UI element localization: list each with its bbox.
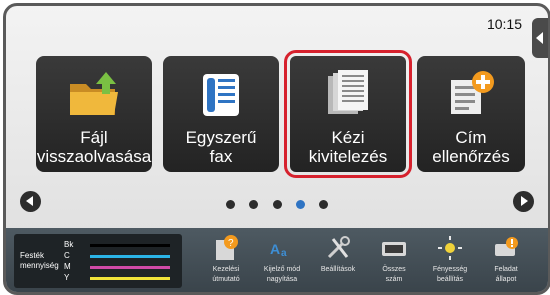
manual-book-icon: ?: [216, 235, 238, 260]
manual-label-line1: Kezelési: [212, 266, 240, 273]
job-status-label-line2: állapot: [495, 276, 517, 283]
magnify-text-icon: A a: [270, 241, 287, 259]
toner-row-magenta: M: [54, 262, 176, 272]
toner-label: Bk: [64, 240, 74, 249]
tile-address-check[interactable]: Cím ellenőrzés: [417, 56, 525, 172]
toner-level-panel[interactable]: Festék mennyiség Bk C M Y: [14, 234, 182, 288]
page-indicator: [6, 196, 548, 214]
clock: 10:15: [486, 16, 522, 32]
toner-row-yellow: Y: [54, 273, 176, 283]
svg-text:A: A: [270, 241, 280, 257]
tile-manual-finish[interactable]: Kézi kivitelezés: [284, 50, 412, 178]
page-dot[interactable]: [225, 200, 235, 209]
toner-label: C: [64, 251, 70, 260]
document-stack-icon: [320, 66, 376, 126]
display-zoom-button[interactable]: A a Kijelző mód nagyítása: [258, 234, 306, 285]
page-dot-active[interactable]: [295, 200, 305, 209]
toner-label: Y: [64, 273, 70, 282]
manual-button[interactable]: ? Kezelési útmutató: [202, 234, 250, 285]
job-status-label-line1: Feladat: [494, 266, 518, 273]
toner-bar: [90, 266, 170, 269]
toner-bar: [90, 255, 170, 258]
job-status-icon: [495, 237, 518, 256]
tile-label-line1: Cím: [455, 128, 487, 147]
total-count-button[interactable]: Összes szám: [370, 234, 418, 285]
display-zoom-label-line1: Kijelző mód: [263, 266, 301, 273]
arrow-left-icon: [536, 32, 543, 44]
side-panel-toggle[interactable]: [532, 18, 548, 58]
tile-label-line2: visszaolvasása: [36, 147, 152, 166]
tile-label-line2: ellenőrzés: [432, 147, 510, 166]
tile-easy-fax[interactable]: Egyszerű fax: [163, 56, 279, 172]
tile-label-line1: Kézi: [331, 128, 365, 147]
page-dot[interactable]: [249, 200, 259, 209]
settings-label-line1: Beállítások: [320, 266, 356, 273]
settings-button[interactable]: Beállítások: [314, 234, 362, 275]
brightness-icon: [438, 236, 462, 260]
tile-label-line1: Fájl: [80, 128, 108, 147]
tile-file-retrieve[interactable]: Fájl visszaolvasása: [36, 56, 152, 172]
tile-label-line1: Egyszerű: [185, 128, 257, 147]
address-book-plus-icon: [443, 66, 499, 126]
counter-icon: [382, 242, 406, 256]
fax-phone-icon: [193, 66, 249, 126]
toner-row-cyan: C: [54, 251, 176, 261]
total-count-label-line2: szám: [385, 276, 403, 283]
brightness-label-line2: beállítás: [436, 276, 464, 283]
toner-label: M: [64, 262, 71, 271]
svg-text:a: a: [281, 248, 287, 259]
folder-upload-icon: [66, 66, 122, 126]
brightness-label-line1: Fényesség: [432, 266, 468, 273]
tile-label-line2: kivitelezés: [308, 147, 388, 166]
manual-label-line2: útmutató: [212, 276, 240, 283]
toner-row-black: Bk: [54, 240, 176, 250]
page-dot[interactable]: [272, 200, 282, 209]
toner-bar: [90, 244, 170, 247]
svg-text:?: ?: [228, 238, 234, 249]
tools-icon: [327, 236, 350, 259]
toner-bar: [90, 277, 170, 280]
page-dot[interactable]: [319, 200, 329, 209]
total-count-label-line1: Összes: [382, 266, 406, 273]
bottom-bar: Festék mennyiség Bk C M Y ? Kezelési útm…: [6, 228, 548, 292]
control-panel-screen: 10:15 Fájl visszaolvasása Egyszerű fax K…: [3, 3, 550, 295]
tile-label-line2: fax: [209, 147, 233, 166]
job-status-button[interactable]: Feladat állapot: [482, 234, 530, 285]
brightness-button[interactable]: Fényesség beállítás: [426, 234, 474, 285]
display-zoom-label-line2: nagyítása: [266, 276, 298, 283]
